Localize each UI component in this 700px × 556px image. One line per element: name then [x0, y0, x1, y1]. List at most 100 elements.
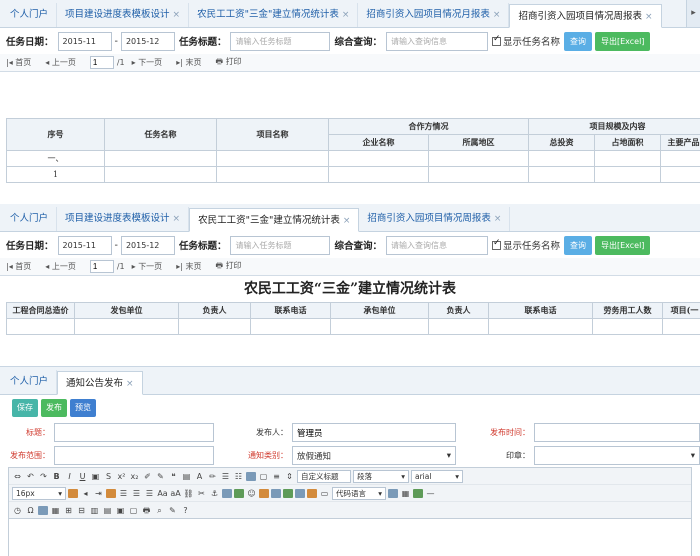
background-icon[interactable] — [413, 488, 423, 498]
rtl-icon[interactable]: ◂ — [80, 488, 91, 499]
first-page-button[interactable]: |◂ 首页 — [6, 261, 38, 272]
preview-icon[interactable]: ⌕ — [154, 505, 165, 516]
date-icon[interactable]: ◷ — [12, 505, 23, 516]
show-name-checkbox[interactable] — [491, 238, 501, 250]
insert-row-icon[interactable]: ⊞ — [63, 505, 74, 516]
tab-portal[interactable]: 个人门户 — [2, 207, 58, 231]
tab-progress-template[interactable]: 项目建设进度表模板设计 × — [57, 3, 190, 27]
tab-monthly-report[interactable]: 招商引资入园项目情况月报表 × — [358, 3, 510, 27]
print-icon[interactable]: 🖶 — [141, 505, 152, 516]
close-icon[interactable]: × — [493, 10, 501, 20]
query-input[interactable] — [385, 31, 488, 51]
split-cells-icon[interactable]: ▢ — [128, 505, 139, 516]
first-page-button[interactable]: |◂ 首页 — [6, 57, 38, 68]
search-button[interactable]: 查询 — [564, 235, 592, 255]
date-from-input[interactable] — [57, 235, 112, 255]
eraser-icon[interactable]: ✐ — [142, 471, 153, 482]
align-justify-icon[interactable]: ☰ — [144, 488, 155, 499]
music-icon[interactable] — [283, 488, 293, 498]
search-replace-icon[interactable]: ✎ — [167, 505, 178, 516]
bold-icon[interactable]: B — [51, 471, 62, 482]
source-icon[interactable]: ⇔ — [12, 471, 23, 482]
seal-select[interactable]: ▾ — [534, 446, 700, 465]
tab-progress-template[interactable]: 项目建设进度表模板设计 × — [57, 207, 190, 231]
font-family-select[interactable]: arial ▾ — [411, 469, 463, 483]
link-icon[interactable]: ⛓ — [183, 488, 194, 499]
video-icon[interactable] — [271, 488, 281, 498]
multi-image-icon[interactable] — [234, 488, 244, 498]
custom-title-select[interactable]: 自定义标题 — [297, 469, 351, 483]
row-spacing-icon[interactable]: ≡ — [271, 471, 282, 482]
attachment-icon[interactable] — [295, 488, 305, 498]
tab-notice-publish[interactable]: 通知公告发布 × — [57, 371, 143, 395]
title-input[interactable] — [54, 423, 214, 442]
last-page-button[interactable]: ▸| 末页 — [176, 57, 208, 68]
undo-icon[interactable]: ↶ — [25, 471, 36, 482]
line-height-icon[interactable]: ⇕ — [284, 471, 295, 482]
print-button[interactable]: 🖶 打印 — [215, 56, 248, 70]
print-button[interactable]: 🖶 打印 — [215, 260, 248, 274]
search-button[interactable]: 查询 — [564, 31, 592, 51]
italic-icon[interactable]: I — [64, 471, 75, 482]
query-input[interactable] — [385, 235, 488, 255]
category-select[interactable]: 放假通知 ▾ — [292, 446, 456, 465]
paragraph-select[interactable]: 段落 ▾ — [353, 469, 409, 483]
next-page-button[interactable]: ▸ 下一页 — [132, 261, 170, 272]
date-to-input[interactable] — [120, 31, 175, 51]
font-color-icon[interactable]: A — [194, 471, 205, 482]
close-icon[interactable]: × — [645, 12, 653, 22]
preview-button[interactable]: 预览 — [70, 399, 96, 417]
blockquote-icon[interactable]: ❝ — [168, 471, 179, 482]
tab-wage-stats[interactable]: 农民工工资"三金"建立情况统计表 × — [189, 208, 360, 232]
format-brush-icon[interactable]: ✎ — [155, 471, 166, 482]
delete-row-icon[interactable]: ⊟ — [76, 505, 87, 516]
task-title-input[interactable] — [230, 31, 331, 51]
clear-doc-icon[interactable]: ▢ — [258, 471, 269, 482]
border-icon[interactable]: ▣ — [90, 471, 101, 482]
page-input[interactable] — [89, 260, 114, 273]
date-to-input[interactable] — [120, 235, 175, 255]
redo-icon[interactable]: ↷ — [38, 471, 49, 482]
screenshot-icon[interactable] — [259, 488, 269, 498]
task-title-input[interactable] — [230, 235, 331, 255]
close-icon[interactable]: × — [342, 10, 350, 20]
align-left-icon[interactable] — [106, 488, 116, 498]
font-size-select[interactable]: 16px ▾ — [12, 486, 66, 500]
unlink-icon[interactable]: ✂ — [196, 488, 207, 499]
lowercase-icon[interactable]: aA — [170, 488, 181, 499]
uppercase-icon[interactable]: Aa — [157, 488, 168, 499]
prev-page-button[interactable]: ◂ 上一页 — [45, 57, 83, 68]
paste-text-icon[interactable]: ▤ — [181, 471, 192, 482]
export-excel-button[interactable]: 导出[Excel] — [595, 235, 651, 255]
help-icon[interactable]: ? — [180, 505, 191, 516]
page-break-icon[interactable] — [388, 488, 398, 498]
close-icon[interactable]: × — [173, 214, 181, 224]
image-icon[interactable] — [222, 488, 232, 498]
align-center-icon[interactable]: ☰ — [118, 488, 129, 499]
bullet-list-icon[interactable]: ☷ — [233, 471, 244, 482]
emotion-icon[interactable]: ☺ — [246, 488, 257, 499]
export-excel-button[interactable]: 导出[Excel] — [595, 31, 651, 51]
indent-icon[interactable]: ⇥ — [93, 488, 104, 499]
template-icon[interactable]: ▦ — [400, 488, 411, 499]
next-page-button[interactable]: ▸ 下一页 — [132, 57, 170, 68]
tab-scroll-right-icon[interactable]: ▸ — [686, 0, 700, 27]
close-icon[interactable]: × — [173, 10, 181, 20]
editor-content-area[interactable] — [8, 519, 692, 556]
publish-time-input[interactable] — [534, 423, 700, 442]
code-language-select[interactable]: 代码语言 ▾ — [332, 486, 386, 500]
tab-portal[interactable]: 个人门户 — [2, 370, 58, 394]
publisher-input[interactable] — [292, 423, 456, 442]
scope-input[interactable] — [54, 446, 214, 465]
highlight-icon[interactable]: ✏ — [207, 471, 218, 482]
map-icon[interactable] — [307, 488, 317, 498]
strikethrough-icon[interactable]: S — [103, 471, 114, 482]
iframe-icon[interactable]: ▭ — [319, 488, 330, 499]
prev-page-button[interactable]: ◂ 上一页 — [45, 261, 83, 272]
superscript-icon[interactable]: x² — [116, 471, 127, 482]
underline-icon[interactable]: U — [77, 471, 88, 482]
horizontal-rule-icon[interactable]: — — [425, 488, 436, 499]
tab-weekly-report[interactable]: 招商引资入园项目情况周报表 × — [359, 207, 511, 231]
close-icon[interactable]: × — [343, 216, 351, 226]
tab-portal[interactable]: 个人门户 — [2, 3, 58, 27]
